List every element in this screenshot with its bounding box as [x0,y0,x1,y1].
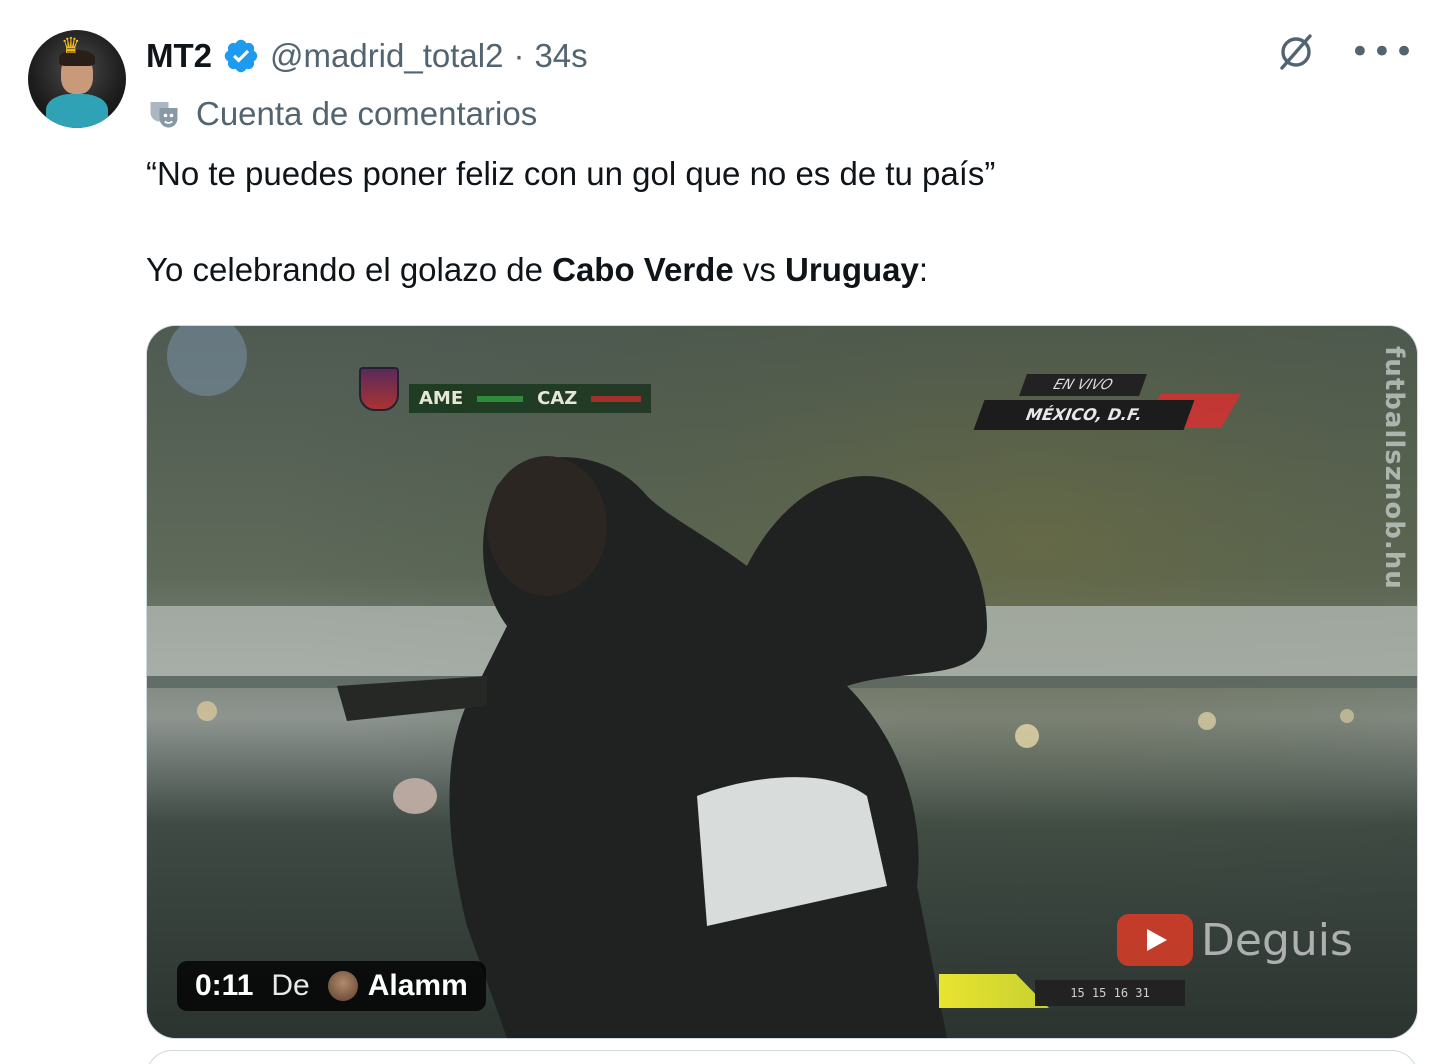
next-card-edge [146,1050,1418,1064]
account-label-text: Cuenta de comentarios [196,95,538,132]
author-avatar[interactable]: ♛ [28,30,126,128]
tweet[interactable]: ♛ MT2 @madrid_total2 · 34s Cuenta de com… [0,0,1440,1064]
channel-watermark: Deguis [1117,914,1353,966]
scoreboard-overlay: AME CAZ [359,364,652,413]
vertical-watermark: futballsznob.hu [1379,346,1409,590]
live-location: MÉXICO, D.F. [973,400,1195,430]
tweet-line-2: Yo celebrando el golazo de Cabo Verde vs… [146,251,929,288]
dot-separator: · [513,37,525,74]
channel-watermark-text: Deguis [1201,914,1353,966]
video-source-name[interactable]: Alamm [368,969,468,1003]
video-timecode: 0:11 [195,969,254,1002]
account-label: Cuenta de comentarios [146,92,537,136]
timestamp[interactable]: 34s [534,37,587,75]
team-uruguay: Uruguay [785,251,919,288]
video-from-label: De [271,969,310,1002]
tweet-header: MT2 @madrid_total2 · 34s [146,34,588,78]
tweet-line-1: “No te puedes poner feliz con un gol que… [146,155,996,192]
crown-icon: ♛ [61,34,81,59]
grok-icon[interactable] [1274,30,1318,74]
more-icon[interactable]: ••• [1350,35,1416,69]
source-avatar [327,971,358,1001]
live-label: EN VIVO [1018,374,1148,396]
video-player[interactable]: AME CAZ EN VIVO MÉXICO, D.F. futballszno… [146,325,1418,1039]
live-location-overlay: EN VIVO MÉXICO, D.F. [973,374,1241,450]
video-source-badge[interactable]: 0:11 De Alamm [177,961,486,1011]
verified-badge-icon[interactable] [222,37,260,75]
display-name[interactable]: MT2 [146,37,212,75]
bottom-ticker-overlay: 15 15 16 31 [939,974,1189,1010]
bottom-ticker-text: 15 15 16 31 [1035,980,1185,1006]
team-cabo-verde: Cabo Verde [552,251,734,288]
score-home: AME [419,388,464,409]
tweet-actions-top: ••• [1274,30,1416,74]
tweet-text: “No te puedes poner feliz con un gol que… [146,150,1416,294]
score-away: CAZ [537,388,578,409]
avatar-shirt [46,94,108,128]
author-handle[interactable]: @madrid_total2 [270,37,503,75]
channel-logo-icon [359,366,399,411]
youtube-play-icon [1117,914,1193,966]
mask-icon [150,102,178,128]
